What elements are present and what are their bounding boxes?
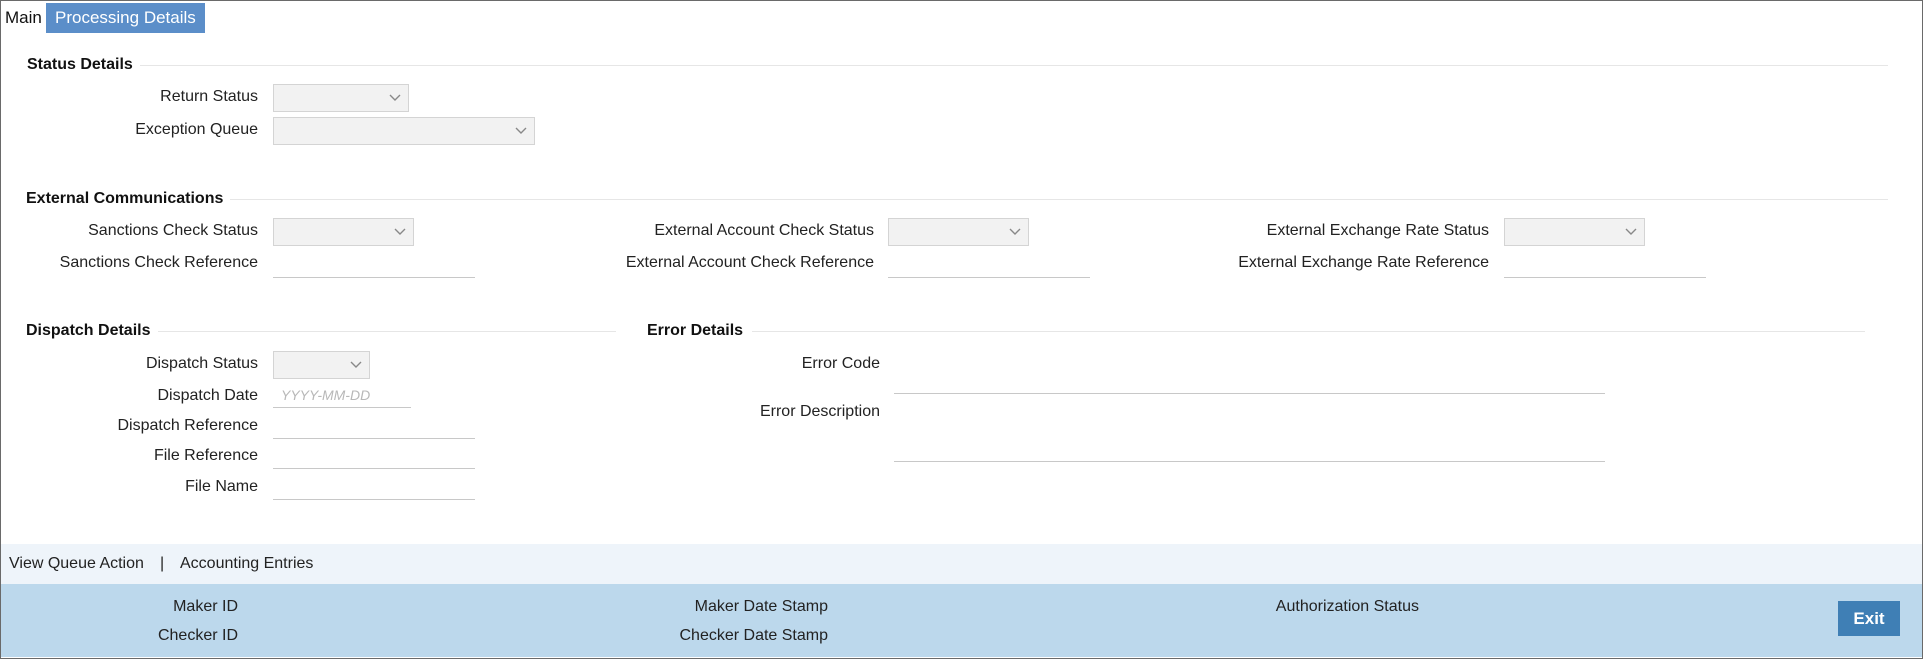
dispatch-details-divider xyxy=(158,331,616,332)
status-details-divider xyxy=(140,65,1888,66)
status-details-title: Status Details xyxy=(27,56,133,73)
authorization-status-label: Authorization Status xyxy=(1275,598,1419,615)
error-code-label: Error Code xyxy=(801,355,880,372)
tab-processing-details[interactable]: Processing Details xyxy=(46,3,205,33)
exception-queue-select[interactable] xyxy=(273,117,535,145)
dispatch-reference-label: Dispatch Reference xyxy=(117,417,258,434)
external-communications-title: External Communications xyxy=(26,190,224,207)
dispatch-status-label: Dispatch Status xyxy=(145,355,258,372)
file-name-input[interactable] xyxy=(273,474,475,500)
external-account-check-reference-input[interactable] xyxy=(888,252,1090,278)
external-communications-divider xyxy=(230,199,1888,200)
sanctions-check-status-label: Sanctions Check Status xyxy=(88,222,258,239)
external-exchange-rate-status-label: External Exchange Rate Status xyxy=(1266,222,1489,239)
checker-date-stamp-label: Checker Date Stamp xyxy=(679,627,828,644)
dispatch-date-input[interactable]: YYYY-MM-DD xyxy=(273,382,411,408)
accounting-entries-link[interactable]: Accounting Entries xyxy=(180,555,313,573)
external-account-check-status-label: External Account Check Status xyxy=(654,222,874,239)
dispatch-date-label: Dispatch Date xyxy=(157,387,259,404)
chevron-down-icon xyxy=(515,127,527,134)
tab-main[interactable]: Main xyxy=(5,8,42,28)
dispatch-status-select[interactable] xyxy=(273,351,370,379)
maker-date-stamp-label: Maker Date Stamp xyxy=(694,598,828,615)
dispatch-reference-input[interactable] xyxy=(273,413,475,439)
action-separator: | xyxy=(160,555,165,572)
file-reference-input[interactable] xyxy=(273,443,475,469)
chevron-down-icon xyxy=(389,94,401,101)
error-description-label: Error Description xyxy=(759,403,880,420)
file-reference-label: File Reference xyxy=(153,447,258,464)
exit-button[interactable]: Exit xyxy=(1838,601,1900,636)
chevron-down-icon xyxy=(394,228,406,235)
audit-footer xyxy=(1,584,1922,657)
error-code-field xyxy=(894,368,1605,394)
file-name-label: File Name xyxy=(185,478,258,495)
dispatch-details-title: Dispatch Details xyxy=(26,322,151,339)
view-queue-action-link[interactable]: View Queue Action xyxy=(9,555,144,573)
exception-queue-label: Exception Queue xyxy=(135,121,258,138)
return-status-label: Return Status xyxy=(160,88,258,105)
external-account-check-status-select[interactable] xyxy=(888,218,1029,246)
maker-id-label: Maker ID xyxy=(173,598,238,615)
sanctions-check-reference-label: Sanctions Check Reference xyxy=(59,254,258,271)
sanctions-check-reference-input[interactable] xyxy=(273,252,475,278)
error-details-title: Error Details xyxy=(647,322,744,339)
error-description-field xyxy=(894,400,1605,462)
external-exchange-rate-reference-input[interactable] xyxy=(1504,252,1706,278)
chevron-down-icon xyxy=(1625,228,1637,235)
return-status-select[interactable] xyxy=(273,84,409,112)
external-exchange-rate-status-select[interactable] xyxy=(1504,218,1645,246)
external-exchange-rate-reference-label: External Exchange Rate Reference xyxy=(1238,254,1489,271)
checker-id-label: Checker ID xyxy=(157,627,238,644)
external-account-check-reference-label: External Account Check Reference xyxy=(625,254,874,271)
sanctions-check-status-select[interactable] xyxy=(273,218,414,246)
chevron-down-icon xyxy=(1009,228,1021,235)
error-details-divider xyxy=(752,331,1865,332)
chevron-down-icon xyxy=(350,361,362,368)
